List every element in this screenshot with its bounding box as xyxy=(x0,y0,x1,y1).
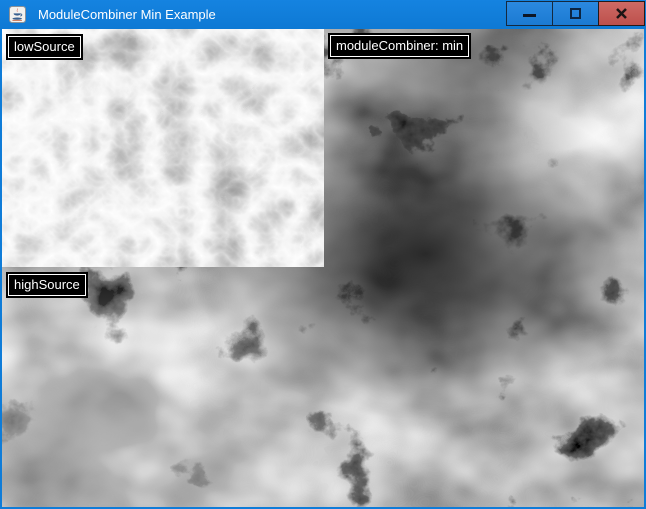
low-source-texture xyxy=(2,29,324,267)
close-icon xyxy=(615,7,628,20)
titlebar[interactable]: ModuleCombiner Min Example xyxy=(0,0,646,29)
maximize-button[interactable] xyxy=(552,1,599,26)
java-coffee-cup-icon[interactable] xyxy=(9,6,26,23)
app-window: ModuleCombiner Min Example xyxy=(0,0,646,509)
minimize-icon xyxy=(523,14,536,17)
low-source-label: lowSource xyxy=(8,36,81,58)
window-title: ModuleCombiner Min Example xyxy=(38,0,216,29)
combiner-label: moduleCombiner: min xyxy=(330,35,469,57)
window-controls xyxy=(507,1,645,26)
noise-viewport: lowSource moduleCombiner: min highSource xyxy=(2,29,644,507)
maximize-icon xyxy=(570,8,581,19)
close-button[interactable] xyxy=(598,1,645,26)
high-source-label: highSource xyxy=(8,274,86,296)
minimize-button[interactable] xyxy=(506,1,553,26)
